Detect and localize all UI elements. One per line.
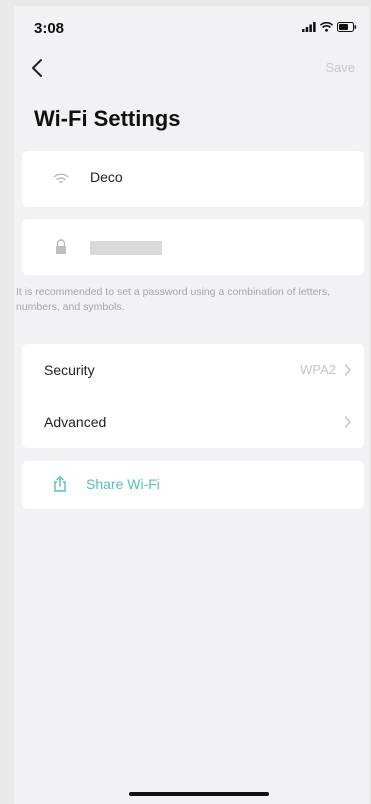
ssid-field[interactable]: Deco	[22, 151, 364, 207]
share-wifi-label: Share Wi-Fi	[86, 476, 160, 492]
status-icons	[302, 22, 357, 32]
save-button[interactable]: Save	[325, 60, 355, 75]
navigation-bar: Save	[14, 54, 369, 84]
advanced-label: Advanced	[44, 414, 107, 430]
password-field[interactable]	[22, 219, 364, 275]
wifi-icon	[320, 22, 333, 32]
lock-icon	[56, 239, 66, 254]
battery-icon	[337, 22, 357, 32]
chevron-right-icon	[344, 416, 351, 428]
settings-list: Security WPA2 Advanced	[22, 344, 364, 448]
page-title: Wi-Fi Settings	[34, 106, 181, 131]
chevron-right-icon	[344, 364, 351, 376]
security-label: Security	[44, 362, 95, 378]
security-value: WPA2	[300, 362, 336, 377]
password-hint: It is recommended to set a password usin…	[16, 286, 330, 313]
chevron-left-icon[interactable]	[28, 56, 48, 80]
status-time: 3:08	[34, 20, 65, 37]
share-wifi-button[interactable]: Share Wi-Fi	[22, 461, 364, 509]
status-bar: 3:08	[14, 6, 369, 46]
home-indicator[interactable]	[129, 792, 269, 796]
password-masked-value	[90, 241, 162, 255]
share-icon	[54, 476, 66, 492]
wifi-icon	[53, 173, 69, 184]
phone-screen: 3:08 Save Wi-Fi Settings Deco It is reco…	[14, 6, 369, 804]
advanced-row[interactable]: Advanced	[22, 396, 364, 448]
cellular-signal-icon	[302, 22, 316, 32]
ssid-value: Deco	[90, 169, 123, 185]
security-row[interactable]: Security WPA2	[22, 344, 364, 396]
